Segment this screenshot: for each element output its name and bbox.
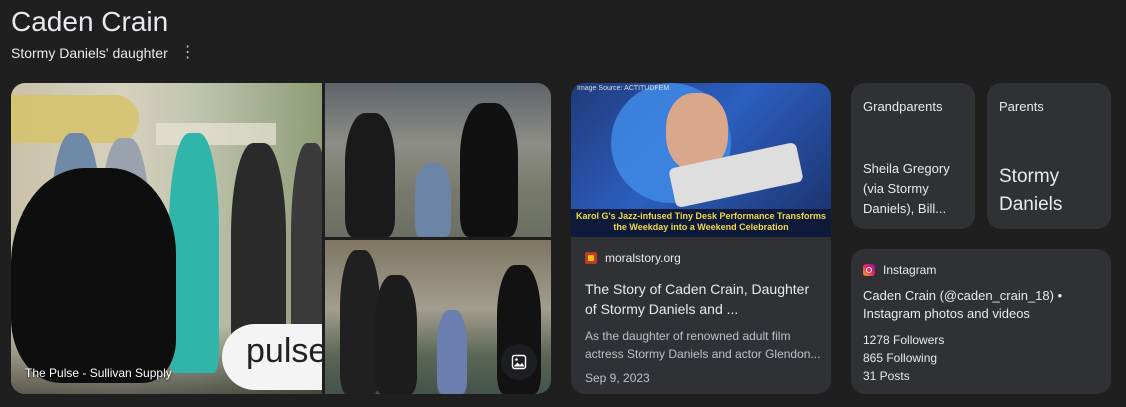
instagram-title[interactable]: Caden Crain (@caden_crain_18) • Instagra… [863, 287, 1103, 323]
article-date: Sep 9, 2023 [585, 371, 650, 385]
image-source-tag: Image Source: ACTITUDFEM [577, 85, 670, 92]
image-bottom-right[interactable] [325, 240, 551, 394]
image-headline: Karol G's Jazz-infused Tiny Desk Perform… [571, 209, 831, 237]
instagram-stats: 1278 Followers 865 Following 31 Posts [863, 331, 944, 385]
more-options-icon[interactable]: ⋮ [180, 45, 196, 61]
main-image[interactable]: pulse The Pulse - Sullivan Supply [11, 83, 322, 394]
article-snippet: As the daughter of renowned adult film a… [585, 329, 821, 361]
grandparents-label: Grandparents [863, 99, 943, 114]
instagram-followers: 1278 Followers [863, 333, 945, 347]
main-image-photo: pulse [11, 83, 322, 394]
person-figure [415, 163, 451, 237]
page-title: Caden Crain [11, 6, 169, 37]
grandparents-value: Sheila Gregory (via Stormy Daniels), Bil… [863, 161, 950, 216]
image-caption: The Pulse - Sullivan Supply [25, 366, 172, 380]
cow-figure [11, 168, 176, 383]
person-figure [169, 133, 219, 373]
instagram-following: 865 Following [863, 351, 938, 365]
instagram-posts: 31 Posts [863, 369, 910, 383]
person-figure [340, 250, 380, 394]
parents-card[interactable]: Parents Stormy Daniels [987, 83, 1111, 229]
instagram-source: Instagram [863, 263, 936, 277]
person-figure [460, 103, 518, 237]
person-figure [345, 113, 395, 237]
image-top-right[interactable] [325, 83, 551, 237]
article-source: moralstory.org [585, 251, 821, 265]
image-gallery-icon[interactable] [501, 344, 537, 380]
person-figure [437, 310, 467, 394]
grandparents-card[interactable]: Grandparents Sheila Gregory (via Stormy … [851, 83, 975, 229]
subtitle-row: Stormy Daniels' daughter ⋮ [11, 45, 196, 62]
site-favicon-icon [585, 252, 597, 264]
instagram-source-label: Instagram [883, 263, 937, 277]
instagram-icon [863, 264, 875, 276]
article-card[interactable]: Image Source: ACTITUDFEM Karol G's Jazz-… [571, 83, 831, 394]
article-body: moralstory.org The Story of Caden Crain,… [585, 251, 821, 385]
subtitle-text: Stormy Daniels' daughter [11, 45, 168, 61]
instagram-card[interactable]: Instagram Caden Crain (@caden_crain_18) … [851, 249, 1111, 394]
pulse-logo: pulse [222, 324, 322, 390]
parents-label: Parents [999, 99, 1044, 114]
banner-shape-2 [156, 123, 276, 145]
photo-family-walking [325, 83, 551, 237]
parents-value: Stormy Daniels [999, 166, 1063, 215]
article-image: Image Source: ACTITUDFEM Karol G's Jazz-… [571, 83, 831, 237]
person-figure [375, 275, 417, 394]
article-site: moralstory.org [605, 251, 681, 265]
article-title[interactable]: The Story of Caden Crain, Daughter of St… [585, 279, 821, 319]
